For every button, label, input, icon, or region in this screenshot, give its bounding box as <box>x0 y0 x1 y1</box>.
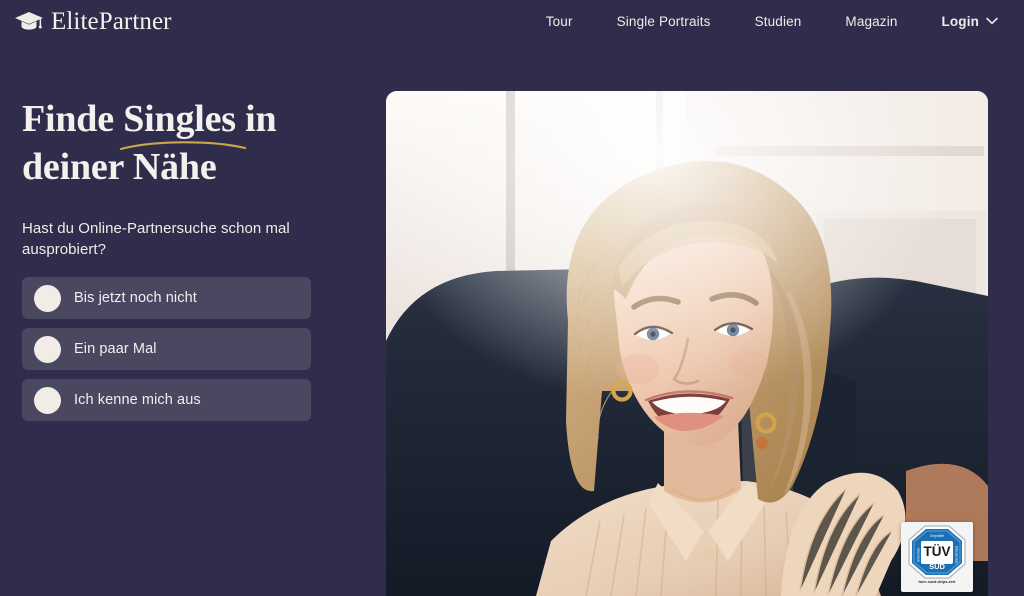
survey-option-label: Ein paar Mal <box>74 341 157 358</box>
survey-options: Bis jetzt noch nicht Ein paar Mal Ich ke… <box>22 277 352 422</box>
nav-item-tour[interactable]: Tour <box>524 8 595 35</box>
survey-option-2[interactable]: Ein paar Mal <box>22 328 311 371</box>
main-navigation: Tour Single Portraits Studien Magazin Lo… <box>524 8 1006 35</box>
tuv-left-text: Sicherheit <box>917 548 921 562</box>
radio-button-icon[interactable] <box>34 335 61 363</box>
gold-underline-swoosh-icon <box>120 141 247 150</box>
tuv-title: TÜV <box>924 544 951 559</box>
tuv-top-text: Geprüfte <box>930 534 944 538</box>
radio-button-icon[interactable] <box>34 386 61 414</box>
nav-item-single-portraits[interactable]: Single Portraits <box>595 8 733 35</box>
headline-highlight: Singles <box>123 98 236 140</box>
brand-logo[interactable]: ElitePartner <box>14 9 172 34</box>
survey-option-label: Ich kenne mich aus <box>74 392 201 409</box>
survey-option-label: Bis jetzt noch nicht <box>74 290 197 307</box>
tuv-seal-icon: TÜV SÜD Geprüfte Sicherheit Datenschutz <box>908 525 966 579</box>
hero-photo <box>386 91 988 596</box>
brand-name: ElitePartner <box>51 7 172 35</box>
hero-left-column: Finde Singles in deiner Nähe Hast du Onl… <box>22 96 352 422</box>
headline-part-1: Finde <box>22 98 124 140</box>
nav-item-magazin[interactable]: Magazin <box>823 8 919 35</box>
tuv-right-text: Datenschutz <box>955 546 959 564</box>
chevron-down-icon <box>986 17 998 25</box>
radio-button-icon[interactable] <box>34 284 61 312</box>
nav-item-studien[interactable]: Studien <box>733 8 824 35</box>
survey-option-1[interactable]: Bis jetzt noch nicht <box>22 277 311 320</box>
tuv-certification-badge[interactable]: TÜV SÜD Geprüfte Sicherheit Datenschutz … <box>901 522 973 592</box>
survey-question: Hast du Online-Partnersuche schon mal au… <box>22 219 290 259</box>
tuv-subtitle: SÜD <box>929 562 945 571</box>
hero-photo-illustration <box>386 91 988 596</box>
landing-page: ElitePartner Tour Single Portraits Studi… <box>0 0 1024 596</box>
headline-highlight-wrap: Singles <box>120 96 247 150</box>
login-label: Login <box>941 13 979 29</box>
survey-option-3[interactable]: Ich kenne mich aus <box>22 379 311 422</box>
nav-item-login[interactable]: Login <box>920 8 1007 35</box>
graduation-cap-icon <box>15 12 43 30</box>
site-header: ElitePartner Tour Single Portraits Studi… <box>0 0 1024 42</box>
tuv-url-text: tuev-sued.de/ps-zert <box>918 580 956 584</box>
page-title: Finde Singles in deiner Nähe <box>22 96 352 192</box>
